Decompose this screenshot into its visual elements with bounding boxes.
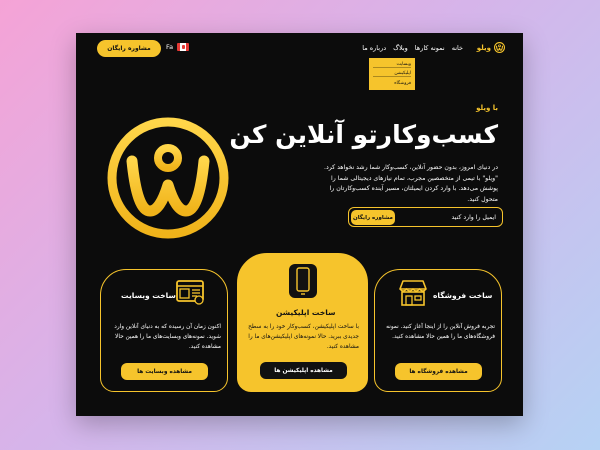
language-label[interactable]: Fa (166, 43, 173, 51)
nav-item-blog[interactable]: وبلاگ (393, 44, 408, 52)
email-input[interactable] (418, 212, 496, 223)
view-stores-button[interactable]: مشاهده فروشگاه ها (395, 363, 482, 380)
store-card-title: ساخت فروشگاه (433, 291, 493, 300)
service-card-app: ساخت اپلیکیشن با ساخت اپلیکیشن، کسب‌وکار… (237, 253, 368, 392)
hero-logo-icon (107, 117, 229, 239)
canada-flag-icon[interactable] (177, 43, 189, 51)
brand-name: ویلو (476, 43, 491, 52)
landing-page: مشاوره رایگان Fa خانه نمونه کارها وبلاگ … (76, 33, 523, 416)
hero-kicker: با ویلو (476, 104, 498, 112)
header: مشاوره رایگان Fa خانه نمونه کارها وبلاگ … (76, 33, 523, 63)
dropdown-item-app[interactable]: اپلیکیشن (373, 71, 411, 78)
view-websites-button[interactable]: مشاهده وبسایت ها (121, 363, 208, 380)
nav-item-portfolio[interactable]: نمونه کارها (415, 44, 445, 52)
portfolio-dropdown-menu: وبسایت اپلیکیشن فروشگاه (369, 58, 415, 90)
website-card-title: ساخت وبسایت (121, 291, 176, 300)
service-card-store: ساخت فروشگاه تجربه فروش آنلاین را از این… (374, 269, 502, 392)
dropdown-item-store[interactable]: فروشگاه (373, 81, 411, 86)
store-icon (399, 280, 427, 306)
smartphone-icon (289, 264, 317, 298)
main-nav: خانه نمونه کارها وبلاگ درباره ما (362, 44, 463, 52)
nav-item-home[interactable]: خانه (452, 44, 463, 52)
nav-item-about[interactable]: درباره ما (362, 44, 386, 52)
brand-logo-icon (494, 42, 505, 53)
app-card-text: با ساخت اپلیکیشن، کسب‌وکار خود را به سطح… (248, 324, 359, 350)
service-card-website: ساخت وبسایت اکنون زمان آن رسیده که به دن… (100, 269, 228, 392)
email-submit-button[interactable]: مشاوره رایگان (351, 210, 395, 225)
store-card-text: تجربه فروش آنلاین را از اینجا آغاز کنید.… (386, 324, 495, 340)
brand[interactable]: ویلو (477, 42, 505, 53)
app-card-title: ساخت اپلیکیشن (276, 308, 336, 317)
hero-description: در دنیای امروز، بدون حضور آنلاین، کسب‌وک… (324, 164, 498, 203)
dropdown-item-website[interactable]: وبسایت (373, 62, 411, 68)
email-signup-form: مشاوره رایگان (348, 207, 503, 227)
website-icon (176, 280, 204, 305)
view-apps-button[interactable]: مشاهده اپلیکیشن ها (260, 362, 347, 379)
hero-title: کسب‌وکارتو آنلاین کن (229, 120, 498, 149)
website-card-text: اکنون زمان آن رسیده که به دنیای آنلاین و… (114, 324, 221, 350)
free-consultation-button[interactable]: مشاوره رایگان (97, 40, 161, 57)
